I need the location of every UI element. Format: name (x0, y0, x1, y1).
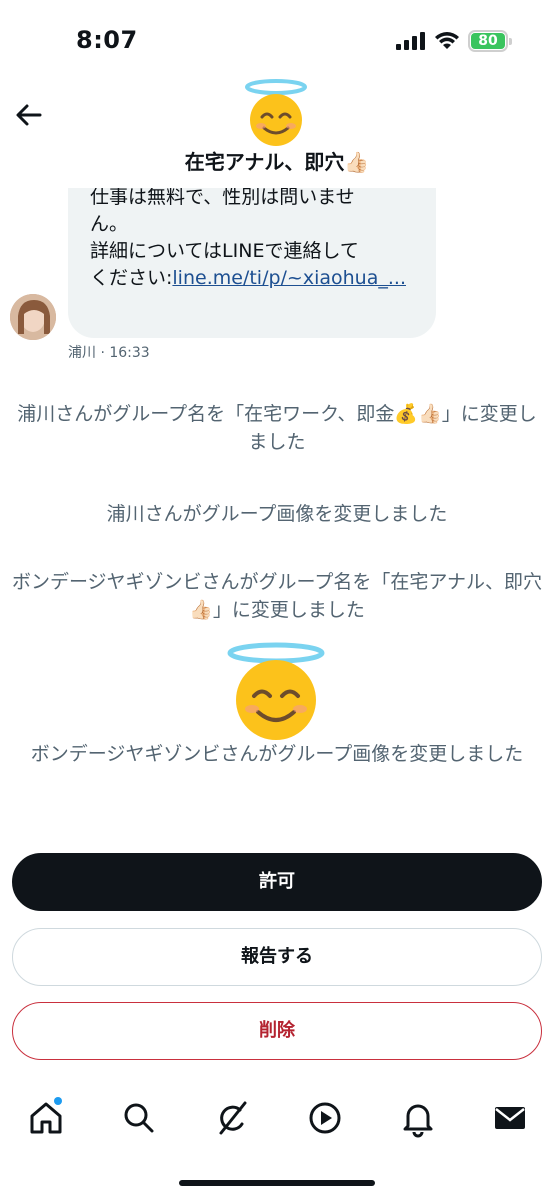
conversation-header: 在宅アナル、即穴👍🏻 (0, 70, 554, 188)
notifications-icon[interactable] (398, 1098, 438, 1138)
battery-cap (509, 38, 512, 45)
battery-indicator: 80 (468, 30, 512, 52)
allow-button[interactable]: 許可 (12, 853, 542, 911)
home-indicator (179, 1180, 375, 1186)
battery-level: 80 (471, 33, 505, 49)
group-avatar-emoji-icon[interactable] (238, 76, 314, 152)
message-meta: 浦川 · 16:33 (68, 342, 150, 362)
video-icon[interactable] (305, 1098, 345, 1138)
message-line: 詳細についてはLINEで連絡して (90, 240, 359, 262)
message-time: · 16:33 (100, 345, 150, 361)
delete-button[interactable]: 削除 (12, 1002, 542, 1060)
message-line: 仕事は無料で、性別は問いませ (90, 186, 355, 208)
system-message: 浦川さんがグループ画像を変更しました (106, 503, 448, 525)
messages-icon[interactable] (490, 1098, 530, 1138)
home-notification-dot (54, 1097, 62, 1105)
grok-icon[interactable] (212, 1098, 252, 1138)
group-title[interactable]: 在宅アナル、即穴👍🏻 (0, 146, 554, 175)
message-text: 仕事は無料で、性別は問いませ ん。 詳細についてはLINEで連絡して ください:… (90, 184, 420, 292)
wifi-icon (435, 32, 459, 49)
message-bubble[interactable]: 仕事は無料で、性別は問いませ ん。 詳細についてはLINEで連絡して ください:… (68, 176, 436, 338)
clock: 8:07 (76, 26, 138, 54)
avatar-photo (10, 294, 56, 340)
message-line: ん。 (90, 213, 129, 235)
group-image-emoji-icon (227, 642, 325, 740)
search-icon[interactable] (119, 1098, 159, 1138)
bottom-navigation (0, 1088, 554, 1148)
cellular-signal-icon (396, 32, 425, 50)
system-message: ボンデージヤギゾンビさんがグループ名を「在宅アナル、即穴👍🏻」に変更しました (11, 571, 543, 621)
line-link[interactable]: line.me/ti/p/~xiaohua_... (172, 267, 406, 289)
back-arrow-icon[interactable] (12, 98, 46, 132)
sender-name: 浦川 (68, 345, 96, 361)
message-prefix: ください: (90, 267, 173, 289)
system-message: ボンデージヤギゾンビさんがグループ画像を変更しました (30, 743, 524, 765)
report-button[interactable]: 報告する (12, 928, 542, 986)
message-line-with-link: ください:line.me/ti/p/~xiaohua_... (90, 265, 420, 292)
sender-avatar[interactable] (10, 294, 56, 340)
system-message: 浦川さんがグループ名を「在宅ワーク、即金💰👍🏻」に変更しました (17, 403, 537, 453)
